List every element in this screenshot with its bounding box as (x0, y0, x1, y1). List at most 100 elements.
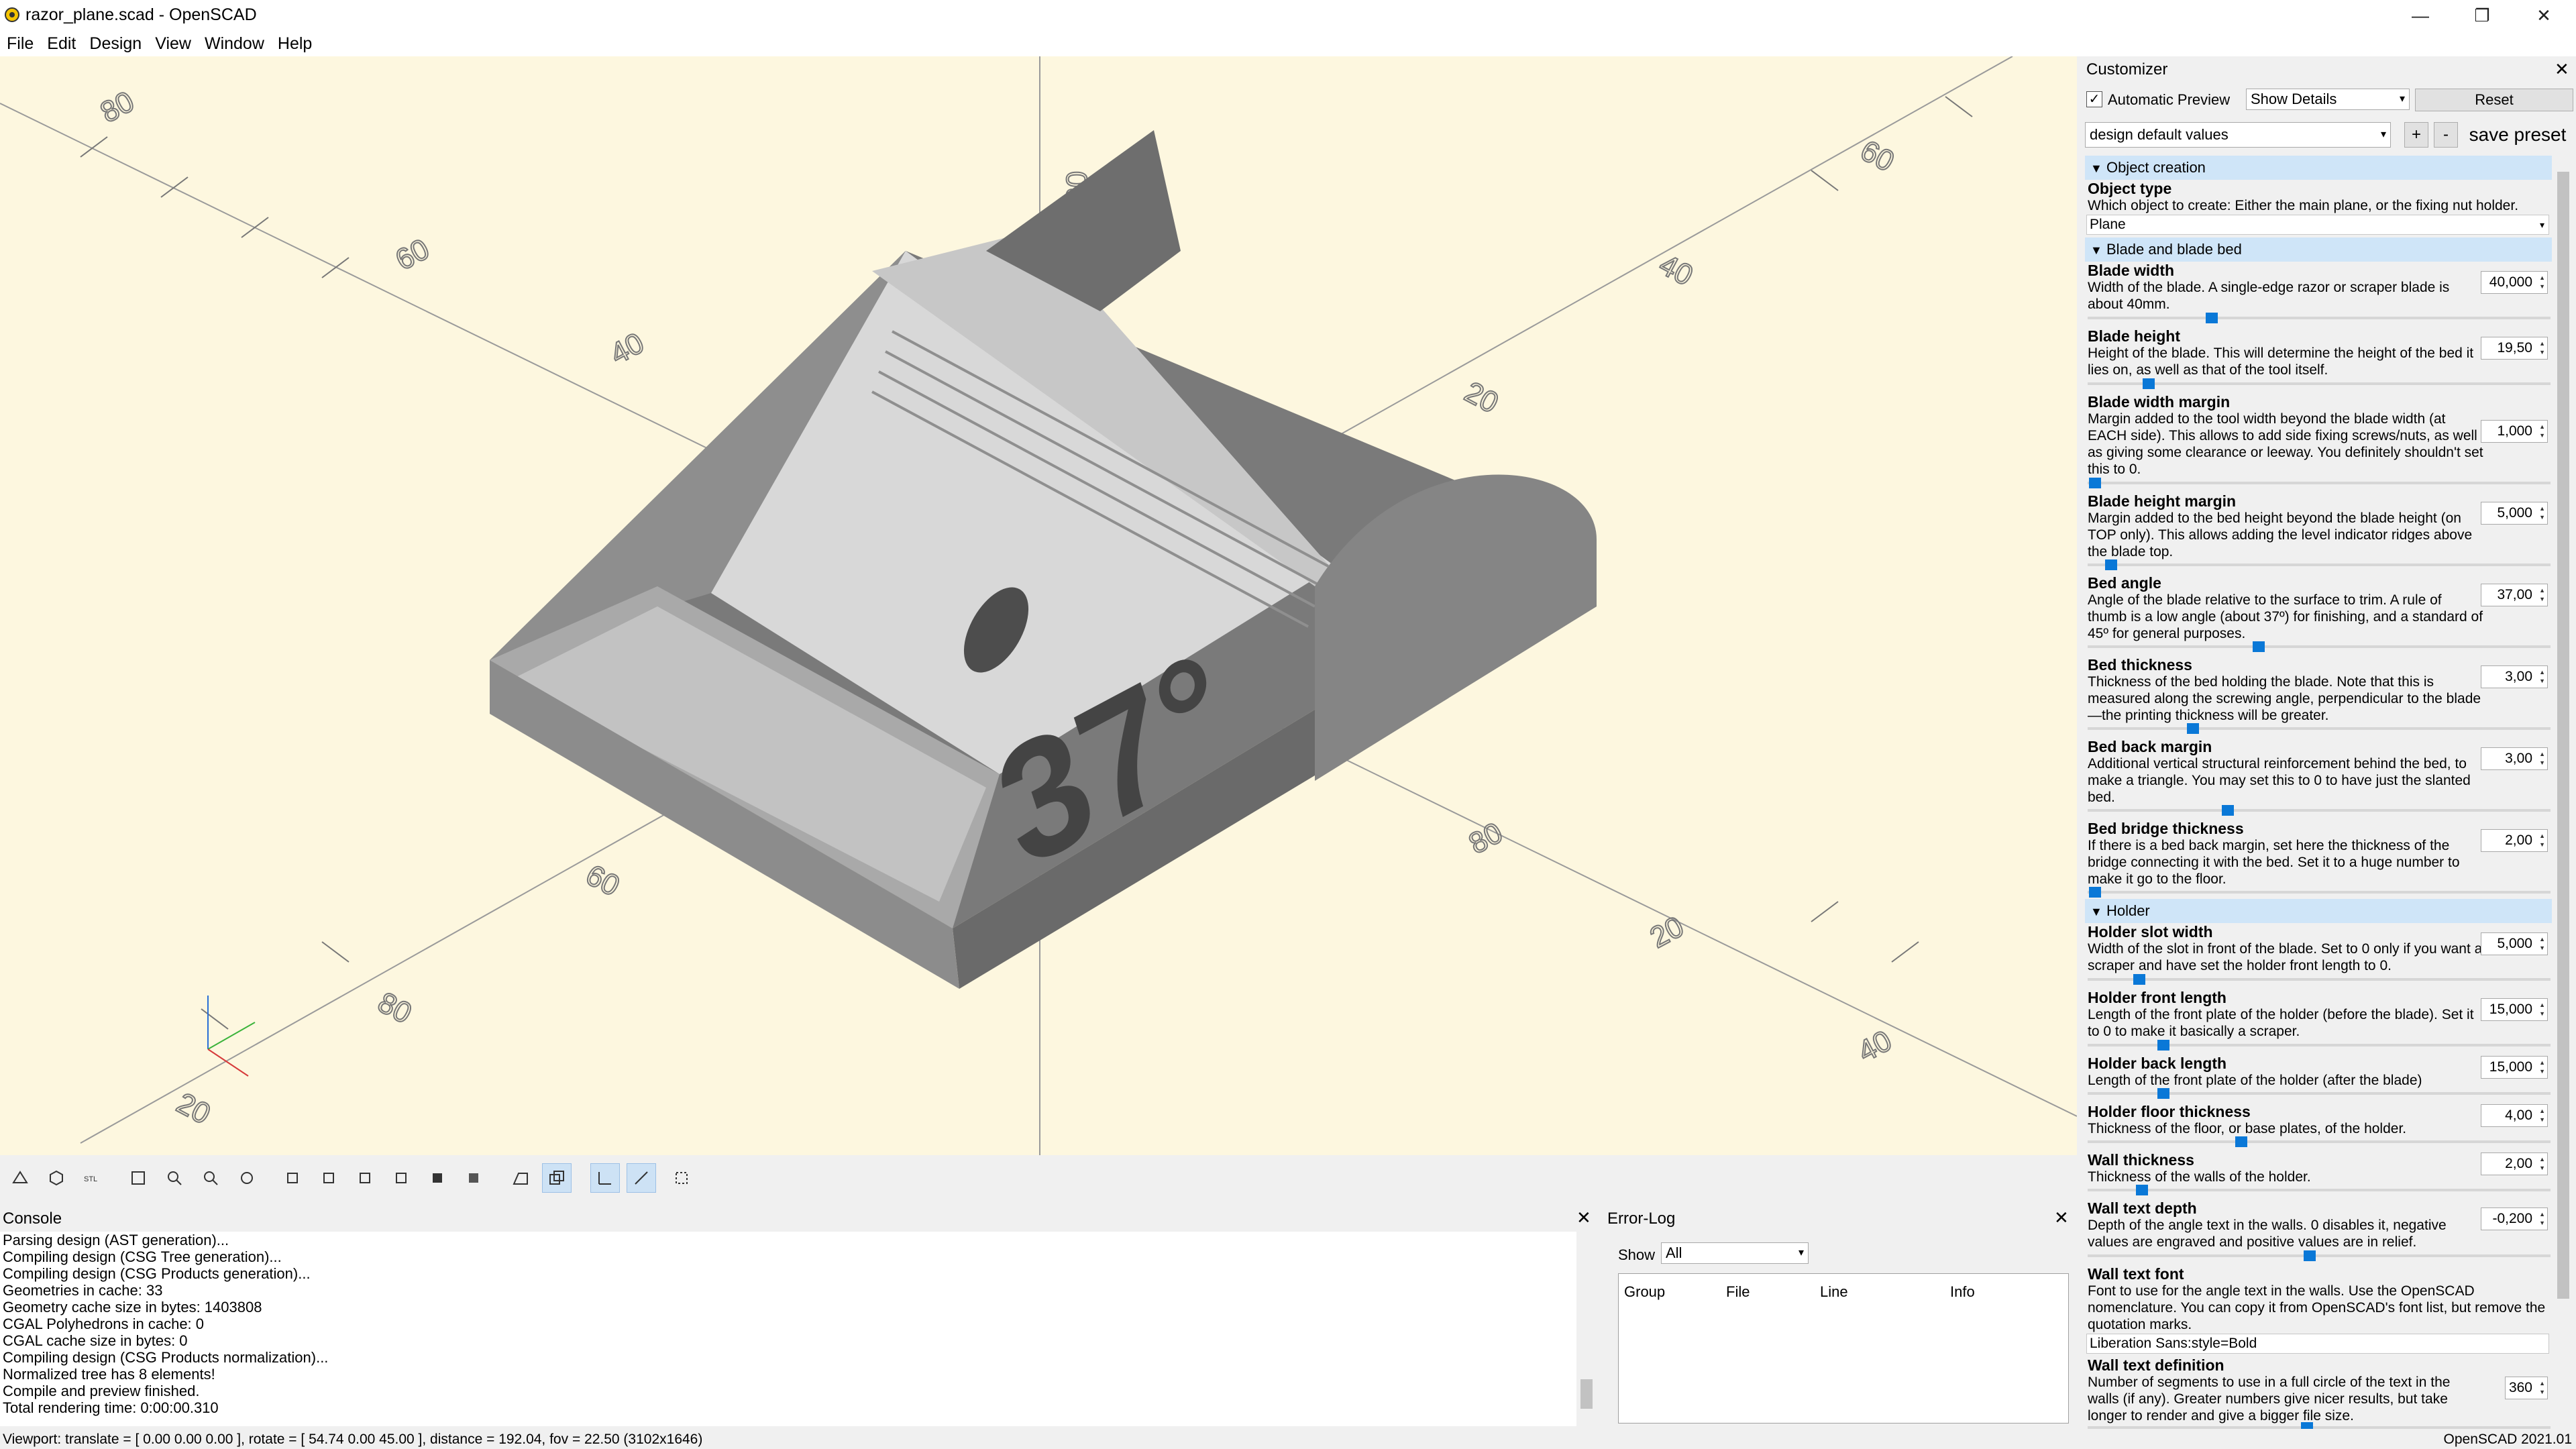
reset-view-icon[interactable] (232, 1163, 262, 1193)
section-blade-bed[interactable]: ▼ Blade and blade bed (2085, 237, 2552, 262)
console-scrollbar[interactable] (1576, 1232, 1597, 1433)
param-desc: Width of the slot in front of the blade.… (2088, 941, 2483, 973)
show-axes-icon[interactable] (590, 1163, 620, 1193)
3d-viewport[interactable]: 80 60 40 20 20 40 60 80 20 40 60 80 20 (0, 56, 2077, 1155)
collapse-triangle-icon: ▼ (2090, 244, 2102, 257)
save-preset-button[interactable]: save preset (2462, 122, 2573, 148)
bed-bridge-thickness-spinbox[interactable]: 2,00 (2481, 829, 2548, 852)
wall-text-font-input[interactable]: Liberation Sans:style=Bold (2086, 1334, 2549, 1354)
holder-front-length-spinbox[interactable]: 15,000 (2481, 998, 2548, 1021)
holder-slot-width-spinbox[interactable]: 5,000 (2481, 932, 2548, 955)
view-front-icon[interactable] (423, 1163, 452, 1193)
blade-height-slider[interactable] (2143, 378, 2155, 389)
bed-angle-spinbox[interactable]: 37,00 (2481, 584, 2548, 606)
blade-width-slider[interactable] (2206, 313, 2218, 323)
chevron-down-icon: ▾ (2539, 219, 2544, 230)
holder-front-length-slider[interactable] (2157, 1040, 2169, 1051)
holder-back-length-spinbox[interactable]: 15,000 (2481, 1056, 2548, 1079)
console-close-icon[interactable]: ✕ (1576, 1208, 1591, 1228)
view-all-icon[interactable] (123, 1163, 153, 1193)
wall-text-definition-spinbox[interactable]: 360 (2505, 1377, 2548, 1399)
section-object-creation[interactable]: ▼ Object creation (2085, 156, 2552, 180)
param-desc: Angle of the blade relative to the surfa… (2088, 592, 2483, 641)
show-scale-icon[interactable] (627, 1163, 656, 1193)
bed-angle-slider[interactable] (2253, 641, 2265, 652)
orthogonal-icon[interactable] (542, 1163, 572, 1193)
holder-back-length-slider[interactable] (2157, 1088, 2169, 1099)
col-file[interactable]: File (1726, 1283, 1750, 1301)
maximize-button[interactable]: ❐ (2451, 0, 2513, 31)
wall-thickness-spinbox[interactable]: 2,00 (2481, 1152, 2548, 1175)
export-stl-icon[interactable]: STL (78, 1163, 107, 1193)
zoom-out-icon[interactable] (196, 1163, 225, 1193)
remove-preset-button[interactable]: - (2434, 122, 2458, 148)
col-info[interactable]: Info (1950, 1283, 1975, 1301)
bed-back-margin-slider[interactable] (2222, 805, 2234, 816)
slider-track (2088, 809, 2551, 812)
blade-width-margin-slider[interactable] (2089, 478, 2101, 488)
console-output[interactable]: Parsing design (AST generation)... Compi… (0, 1232, 1579, 1426)
close-button[interactable]: ✕ (2513, 0, 2575, 31)
col-line[interactable]: Line (1820, 1283, 1848, 1301)
col-group[interactable]: Group (1624, 1283, 1665, 1301)
section-holder[interactable]: ▼ Holder (2085, 899, 2552, 923)
view-back-icon[interactable] (459, 1163, 488, 1193)
customizer-close-icon[interactable]: ✕ (2555, 59, 2569, 80)
bed-thickness-spinbox[interactable]: 3,00 (2481, 665, 2548, 688)
menu-file[interactable]: File (0, 31, 40, 56)
blade-width-margin-spinbox[interactable]: 1,000 (2481, 420, 2548, 443)
param-desc: Margin added to the tool width beyond th… (2088, 411, 2483, 477)
menu-design[interactable]: Design (83, 31, 148, 56)
wall-thickness-slider[interactable] (2136, 1185, 2148, 1195)
preset-select[interactable]: design default values ▾ (2085, 122, 2391, 148)
show-edges-icon[interactable] (667, 1163, 696, 1193)
zoom-in-icon[interactable] (160, 1163, 189, 1193)
errorlog-show-select[interactable]: All ▾ (1661, 1242, 1809, 1264)
version-status: OpenSCAD 2021.01 (2443, 1432, 2572, 1447)
holder-floor-thickness-slider[interactable] (2235, 1136, 2247, 1147)
view-right-icon[interactable] (278, 1163, 307, 1193)
customizer-scrollbar[interactable] (2555, 156, 2572, 1428)
view-bottom-icon[interactable] (350, 1163, 380, 1193)
wall-text-definition-slider[interactable] (2301, 1422, 2313, 1429)
wall-text-depth-spinbox[interactable]: -0,200 (2481, 1208, 2548, 1230)
errorlog-table[interactable]: Group File Line Info (1618, 1273, 2069, 1424)
bed-thickness-slider[interactable] (2187, 723, 2199, 734)
holder-floor-thickness-spinbox[interactable]: 4,00 (2481, 1104, 2548, 1127)
tick-label: 20 (1645, 910, 1689, 955)
blade-width-spinbox[interactable]: 40,000 (2481, 271, 2548, 294)
minimize-button[interactable]: — (2390, 0, 2451, 31)
menu-window[interactable]: Window (198, 31, 271, 56)
slider-track (2088, 645, 2551, 648)
object-type-select[interactable]: Plane ▾ (2086, 215, 2549, 235)
blade-height-margin-slider[interactable] (2105, 559, 2117, 570)
add-preset-button[interactable]: + (2404, 122, 2428, 148)
auto-preview-checkbox[interactable]: ✓ (2086, 91, 2102, 107)
wall-text-depth-slider[interactable] (2304, 1250, 2316, 1261)
render-icon[interactable] (42, 1163, 71, 1193)
view-left-icon[interactable] (386, 1163, 416, 1193)
details-select[interactable]: Show Details ▾ (2246, 89, 2410, 110)
console-line: Compile and preview finished. (3, 1383, 200, 1399)
bed-back-margin-spinbox[interactable]: 3,00 (2481, 747, 2548, 770)
razor-plane-model: 37° (490, 130, 1597, 989)
tick-label: 60 (580, 859, 625, 903)
bed-bridge-thickness-slider[interactable] (2089, 887, 2101, 898)
console-line: Compiling design (CSG Products generatio… (3, 1265, 311, 1282)
view-top-icon[interactable] (314, 1163, 343, 1193)
perspective-icon[interactable] (506, 1163, 535, 1193)
blade-height-spinbox[interactable]: 19,50 (2481, 337, 2548, 360)
errorlog-close-icon[interactable]: ✕ (2054, 1208, 2069, 1228)
menu-edit[interactable]: Edit (40, 31, 83, 56)
preview-icon[interactable] (5, 1163, 35, 1193)
customizer-scroll-thumb[interactable] (2557, 172, 2569, 1299)
slider-track (2088, 564, 2551, 566)
console-line: Geometries in cache: 33 (3, 1282, 163, 1299)
console-scroll-thumb[interactable] (1580, 1379, 1593, 1409)
errorlog-title: Error-Log (1607, 1210, 1676, 1228)
blade-height-margin-spinbox[interactable]: 5,000 (2481, 502, 2548, 525)
menu-view[interactable]: View (148, 31, 198, 56)
menu-help[interactable]: Help (271, 31, 319, 56)
reset-button[interactable]: Reset (2415, 89, 2573, 111)
holder-slot-width-slider[interactable] (2133, 974, 2145, 985)
